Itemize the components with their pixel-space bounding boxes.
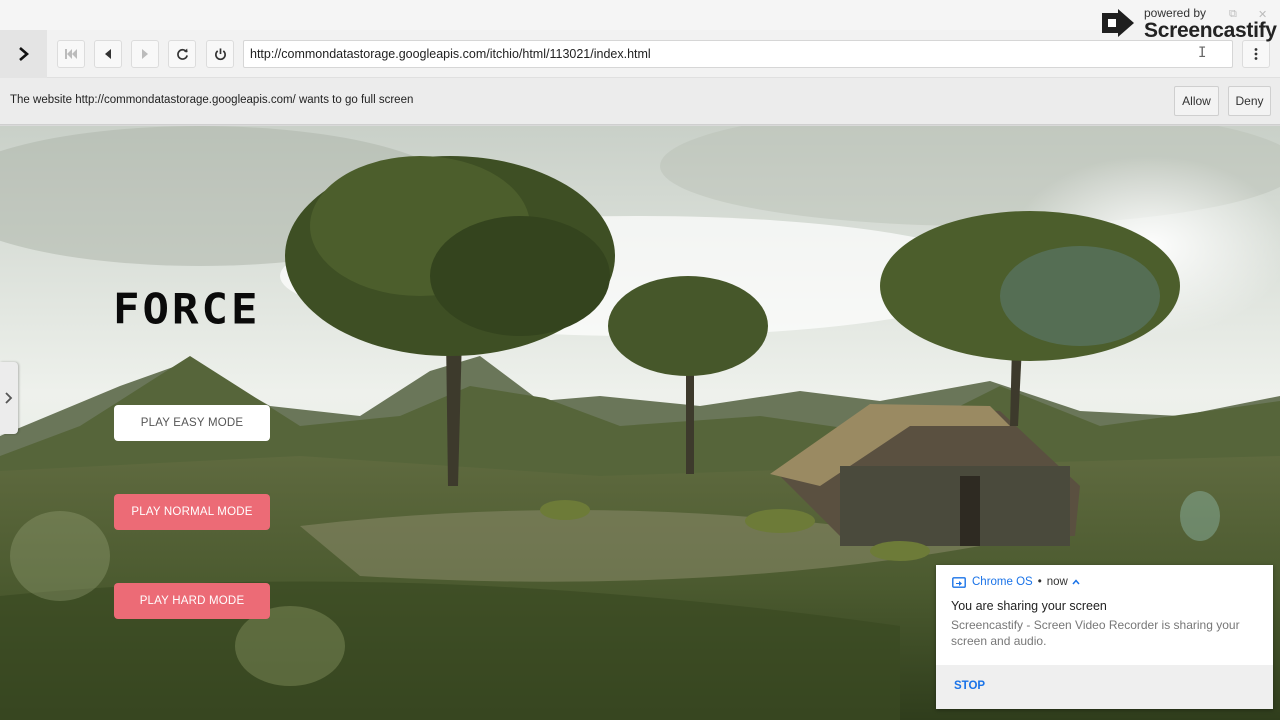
play-normal-mode-button[interactable]: PLAY NORMAL MODE <box>114 494 270 530</box>
url-input[interactable]: http://commondatastorage.googleapis.com/… <box>243 40 1233 68</box>
fullscreen-message: The website http://commondatastorage.goo… <box>10 94 414 106</box>
top-strip <box>0 0 1280 30</box>
deny-button[interactable]: Deny <box>1228 86 1271 116</box>
close-icon[interactable]: ✕ <box>1258 8 1267 21</box>
game-title: FORCE <box>113 285 261 334</box>
notification-footer: STOP <box>936 665 1273 709</box>
screencastify-watermark: powered by Screencastify <box>1100 4 1277 44</box>
chevron-right-icon <box>5 392 13 404</box>
forward-icon <box>142 49 148 59</box>
drawer-tab[interactable] <box>0 362 18 434</box>
notification-header: Chrome OS • now <box>952 576 1080 588</box>
screencastify-logo-icon <box>1102 9 1134 37</box>
screen-share-notification: Chrome OS • now You are sharing your scr… <box>936 565 1273 709</box>
skip-start-icon <box>65 49 77 59</box>
text-cursor-icon: I <box>1198 45 1207 61</box>
back-button[interactable] <box>94 40 122 68</box>
reload-button[interactable] <box>168 40 196 68</box>
sidebar-toggle-button[interactable] <box>0 30 47 78</box>
notification-title: You are sharing your screen <box>951 599 1107 613</box>
notification-time: now <box>1046 576 1068 588</box>
stop-sharing-button[interactable]: STOP <box>954 680 985 692</box>
power-button[interactable] <box>206 40 234 68</box>
more-vert-icon <box>1254 48 1258 60</box>
notification-body: Screencastify - Screen Video Recorder is… <box>951 618 1240 648</box>
reload-icon <box>176 47 188 60</box>
notification-separator: • <box>1037 576 1042 588</box>
brand-text: Screencastify <box>1144 19 1277 42</box>
power-icon <box>214 47 226 60</box>
first-page-button[interactable] <box>57 40 85 68</box>
restore-icon[interactable]: ⧉ <box>1229 8 1237 21</box>
fullscreen-permission-bar: The website http://commondatastorage.goo… <box>0 78 1280 125</box>
play-hard-mode-button[interactable]: PLAY HARD MODE <box>114 583 270 619</box>
browser-toolbar: http://commondatastorage.googleapis.com/… <box>0 30 1280 78</box>
cast-icon <box>952 576 966 588</box>
chevron-right-icon <box>18 47 29 61</box>
back-icon <box>105 49 111 59</box>
notification-source: Chrome OS <box>972 576 1033 588</box>
powered-by-text: powered by <box>1144 6 1207 20</box>
chevron-up-icon[interactable] <box>1072 579 1080 585</box>
forward-button[interactable] <box>131 40 159 68</box>
play-easy-mode-button[interactable]: PLAY EASY MODE <box>114 405 270 441</box>
allow-button[interactable]: Allow <box>1174 86 1219 116</box>
menu-button[interactable] <box>1242 40 1270 68</box>
